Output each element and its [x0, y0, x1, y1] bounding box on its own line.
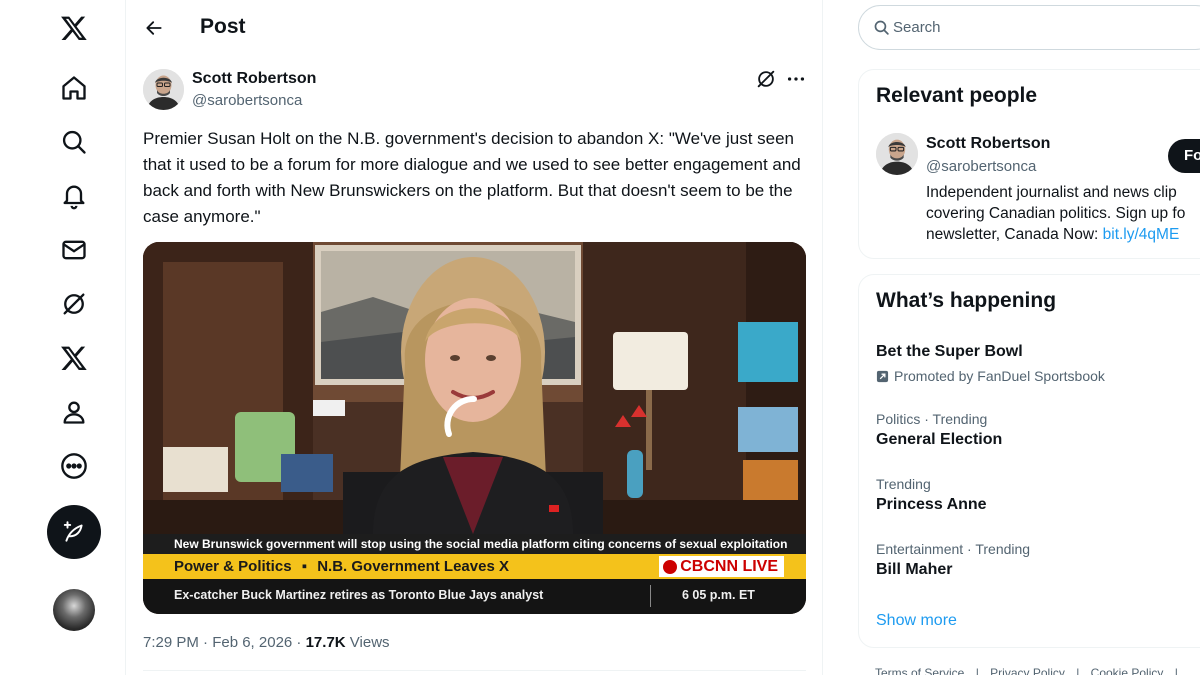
divider — [143, 670, 806, 671]
footer-link[interactable]: Privacy Policy — [990, 666, 1065, 675]
author-name[interactable]: Scott Robertson — [192, 70, 316, 88]
post-more-button[interactable] — [785, 68, 809, 92]
search-bar[interactable] — [858, 5, 1200, 50]
post-video[interactable]: New Brunswick government will stop using… — [143, 242, 806, 614]
cbc-gem-icon — [663, 559, 678, 574]
person-name[interactable]: Scott Robertson — [926, 135, 1050, 153]
main-column: Post Scott Robertson @sarobertsonca Prem… — [126, 0, 823, 675]
card-title: What’s happening — [876, 289, 1057, 312]
grok-explain-button[interactable] — [755, 68, 779, 92]
trend-category: Trending — [876, 476, 931, 492]
ticker-divider — [650, 585, 651, 607]
follow-button[interactable]: Follow — [1168, 139, 1200, 173]
grok-icon — [757, 70, 775, 88]
messages-icon[interactable] — [48, 224, 100, 276]
home-icon[interactable] — [48, 62, 100, 114]
promoted-icon — [876, 370, 889, 382]
trend-title[interactable]: General Election — [876, 431, 1002, 449]
bio-line: Independent journalist and news clip — [926, 184, 1177, 201]
premium-x-icon[interactable] — [48, 332, 100, 384]
network-live-badge: CBCNN LIVE — [659, 556, 784, 577]
network-name: CBCNN LIVE — [680, 558, 778, 575]
trend-title[interactable]: Princess Anne — [876, 496, 987, 514]
explore-icon[interactable] — [48, 116, 100, 168]
post-timestamp[interactable]: 7:29 PM · Feb 6, 2026 · — [143, 634, 306, 651]
whats-happening-card: What’s happening Bet the Super Bowl Prom… — [858, 274, 1200, 648]
compose-post-button[interactable] — [47, 505, 101, 559]
trend-category: Entertainment · Trending — [876, 541, 1031, 557]
post-metadata: 7:29 PM · Feb 6, 2026 · 17.7K Views — [143, 634, 390, 651]
grok-icon[interactable] — [48, 278, 100, 330]
broadcast-time: 6 05 p.m. ET — [682, 588, 755, 602]
card-title: Relevant people — [876, 84, 1038, 107]
notifications-icon[interactable] — [48, 170, 100, 222]
footer-links: Terms of Service | Privacy Policy | Cook… — [875, 666, 1186, 675]
footer-link[interactable]: Terms of Service — [875, 666, 964, 675]
video-ticker-bar: Ex-catcher Buck Martinez retires as Toro… — [143, 579, 806, 614]
footer-separator: | — [975, 666, 979, 675]
trend-title[interactable]: Bill Maher — [876, 561, 952, 579]
footer-separator: | — [1174, 666, 1178, 675]
footer-separator: | — [1076, 666, 1080, 675]
show-more-link[interactable]: Show more — [876, 612, 957, 630]
relevant-people-card: Relevant people Scott Robertson @sarober… — [858, 69, 1200, 259]
author-handle[interactable]: @sarobertsonca — [192, 92, 302, 109]
x-logo-icon[interactable] — [48, 2, 100, 54]
segment-title: N.B. Government Leaves X — [317, 558, 509, 575]
video-lower-third: Power & Politics ▪ N.B. Government Leave… — [143, 554, 806, 579]
show-name: Power & Politics — [174, 558, 292, 575]
back-button[interactable] — [138, 12, 170, 44]
promoted-label: Promoted by FanDuel Sportsbook — [876, 368, 1105, 384]
account-avatar[interactable] — [53, 589, 95, 631]
views-label: Views — [345, 634, 390, 651]
loading-spinner-icon — [444, 395, 477, 437]
profile-icon[interactable] — [48, 386, 100, 438]
search-input[interactable] — [893, 6, 1193, 49]
page-title: Post — [200, 15, 246, 38]
video-show-title: Power & Politics ▪ N.B. Government Leave… — [174, 554, 509, 579]
feather-plus-icon — [63, 521, 83, 542]
author-avatar[interactable] — [143, 69, 184, 110]
promoted-text: Promoted by FanDuel Sportsbook — [894, 368, 1105, 384]
left-navigation — [0, 0, 126, 675]
ellipsis-icon — [787, 77, 805, 81]
post-text: Premier Susan Holt on the N.B. governmen… — [143, 129, 801, 226]
show-separator: ▪ — [301, 558, 308, 575]
person-avatar[interactable] — [876, 133, 918, 175]
trend-title[interactable]: Bet the Super Bowl — [876, 343, 1023, 361]
ticker-text: Ex-catcher Buck Martinez retires as Toro… — [174, 588, 544, 602]
person-handle[interactable]: @sarobertsonca — [926, 158, 1036, 175]
bio-link[interactable]: bit.ly/4qME — [1103, 226, 1180, 243]
trend-category: Politics · Trending — [876, 411, 988, 427]
bio-line: covering Canadian politics. Sign up fo — [926, 205, 1186, 222]
post-header: Post — [126, 0, 823, 56]
arrow-left-icon — [146, 21, 162, 35]
views-count: 17.7K — [305, 634, 346, 651]
bio-text: newsletter, Canada Now: — [926, 226, 1103, 243]
person-bio: Independent journalist and news clip cov… — [926, 182, 1200, 245]
video-headline: New Brunswick government will stop using… — [143, 534, 806, 554]
search-icon — [874, 20, 889, 35]
bio-line: newsletter, Canada Now: bit.ly/4qME — [926, 224, 1200, 245]
more-icon[interactable] — [48, 440, 100, 492]
footer-link[interactable]: Cookie Policy — [1091, 666, 1164, 675]
